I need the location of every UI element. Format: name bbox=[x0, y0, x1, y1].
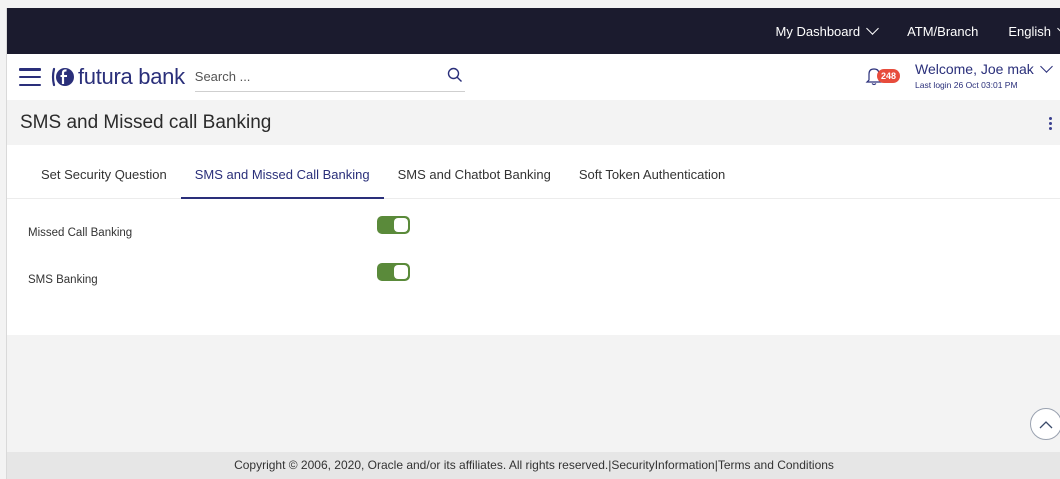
search-input[interactable] bbox=[194, 69, 435, 84]
atm-branch-label: ATM/Branch bbox=[907, 23, 979, 39]
missed-call-banking-toggle[interactable] bbox=[377, 216, 410, 234]
sms-banking-label: SMS Banking bbox=[28, 274, 98, 286]
futura-logo-icon bbox=[51, 67, 74, 87]
page-title: SMS and Missed call Banking bbox=[20, 111, 272, 133]
terms-conditions-link[interactable]: Terms and Conditions bbox=[718, 458, 834, 472]
last-login-text: Last login 26 Oct 03:01 PM bbox=[915, 80, 1018, 90]
footer: Copyright © 2006, 2020, Oracle and/or it… bbox=[7, 452, 1060, 479]
settings-list: Missed Call Banking SMS Banking bbox=[7, 199, 1060, 334]
missed-call-banking-label: Missed Call Banking bbox=[28, 227, 133, 239]
brand-name: futura bank bbox=[78, 64, 185, 89]
brand-logo[interactable]: futura bank bbox=[51, 64, 185, 90]
notification-count-badge: 248 bbox=[877, 69, 901, 83]
search-icon[interactable] bbox=[447, 67, 463, 83]
page-title-bar: SMS and Missed call Banking bbox=[7, 100, 1060, 145]
security-information-link[interactable]: SecurityInformation bbox=[611, 458, 714, 472]
copyright-text: Copyright © 2006, 2020, Oracle and/or it… bbox=[234, 458, 609, 472]
search-box bbox=[194, 62, 465, 92]
user-menu[interactable]: Welcome, Joe mak Last login 26 Oct 03:01… bbox=[915, 60, 1053, 90]
tab-set-security-question[interactable]: Set Security Question bbox=[27, 167, 181, 198]
chevron-down-icon bbox=[866, 22, 879, 35]
atm-branch-link[interactable]: ATM/Branch bbox=[907, 24, 978, 39]
tab-sms-missed-call-banking[interactable]: SMS and Missed Call Banking bbox=[180, 167, 384, 199]
tab-soft-token-authentication[interactable]: Soft Token Authentication bbox=[565, 167, 739, 198]
my-dashboard-menu[interactable]: My Dashboard bbox=[775, 22, 879, 39]
sms-banking-toggle[interactable] bbox=[377, 263, 410, 281]
language-selector[interactable]: English bbox=[1008, 22, 1060, 39]
tab-sms-chatbot-banking[interactable]: SMS and Chatbot Banking bbox=[384, 167, 565, 198]
chevron-down-icon bbox=[1039, 60, 1053, 73]
content-card: Set Security Question SMS and Missed Cal… bbox=[7, 145, 1060, 335]
hamburger-icon[interactable] bbox=[19, 68, 41, 86]
notifications-button[interactable]: 248 bbox=[865, 66, 901, 91]
kebab-icon[interactable] bbox=[1049, 117, 1052, 130]
scroll-to-top-button[interactable] bbox=[1030, 408, 1060, 440]
tab-bar: Set Security Question SMS and Missed Cal… bbox=[7, 145, 1060, 199]
my-dashboard-label: My Dashboard bbox=[775, 23, 861, 39]
top-utility-bar: My Dashboard ATM/Branch English bbox=[7, 8, 1060, 54]
welcome-text: Welcome, Joe mak bbox=[915, 61, 1034, 77]
toggle-knob bbox=[394, 218, 408, 232]
main-header: futura bank 248 Welcome, Joe mak Last lo… bbox=[7, 54, 1060, 100]
chevron-up-icon bbox=[1039, 420, 1053, 428]
app-frame: My Dashboard ATM/Branch English futura b… bbox=[6, 8, 1060, 479]
language-label: English bbox=[1008, 23, 1051, 39]
toggle-knob bbox=[394, 265, 408, 279]
